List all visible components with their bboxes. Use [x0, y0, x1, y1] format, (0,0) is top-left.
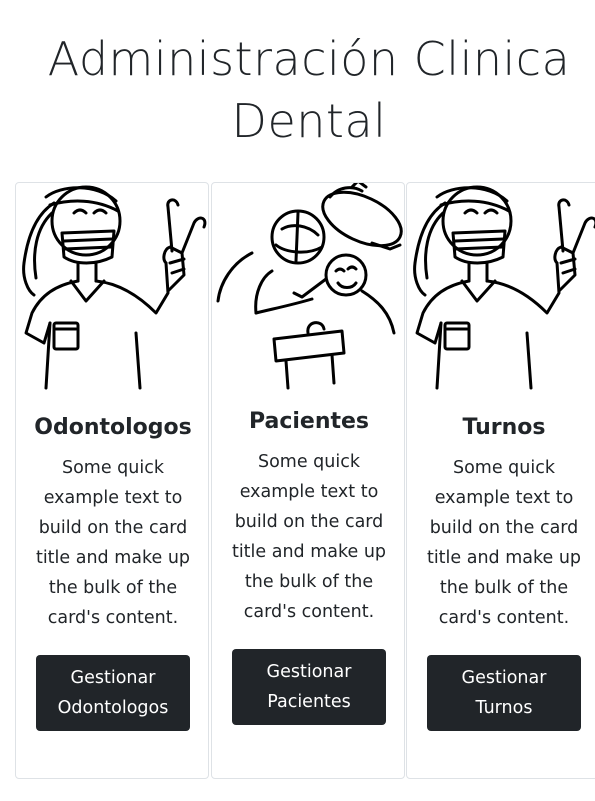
dentist-illustration-icon	[413, 185, 595, 390]
card-title: Pacientes	[248, 409, 370, 434]
card-body: Turnos Some quick example text to build …	[407, 411, 595, 731]
page-title: Administración Clinica Dental	[47, 32, 571, 148]
gestionar-pacientes-button[interactable]: Gestionar Pacientes	[232, 649, 386, 725]
card-text: Some quick example text to build on the …	[426, 458, 582, 628]
card-text: Some quick example text to build on the …	[231, 452, 387, 622]
card-text: Some quick example text to build on the …	[35, 458, 191, 628]
card-pacientes: Pacientes Some quick example text to bui…	[211, 182, 405, 779]
patient-chair-illustration-icon	[216, 183, 403, 390]
card-body: Pacientes Some quick example text to bui…	[212, 405, 404, 725]
card-odontologos: Odontologos Some quick example text to b…	[15, 182, 209, 779]
card-title: Odontologos	[34, 415, 192, 440]
gestionar-turnos-button[interactable]: Gestionar Turnos	[427, 655, 581, 731]
card-title: Turnos	[462, 415, 546, 440]
card-turnos: Turnos Some quick example text to build …	[406, 182, 595, 779]
dentist-illustration-icon	[22, 185, 207, 390]
gestionar-odontologos-button[interactable]: Gestionar Odontologos	[36, 655, 190, 731]
card-body: Odontologos Some quick example text to b…	[16, 411, 208, 731]
